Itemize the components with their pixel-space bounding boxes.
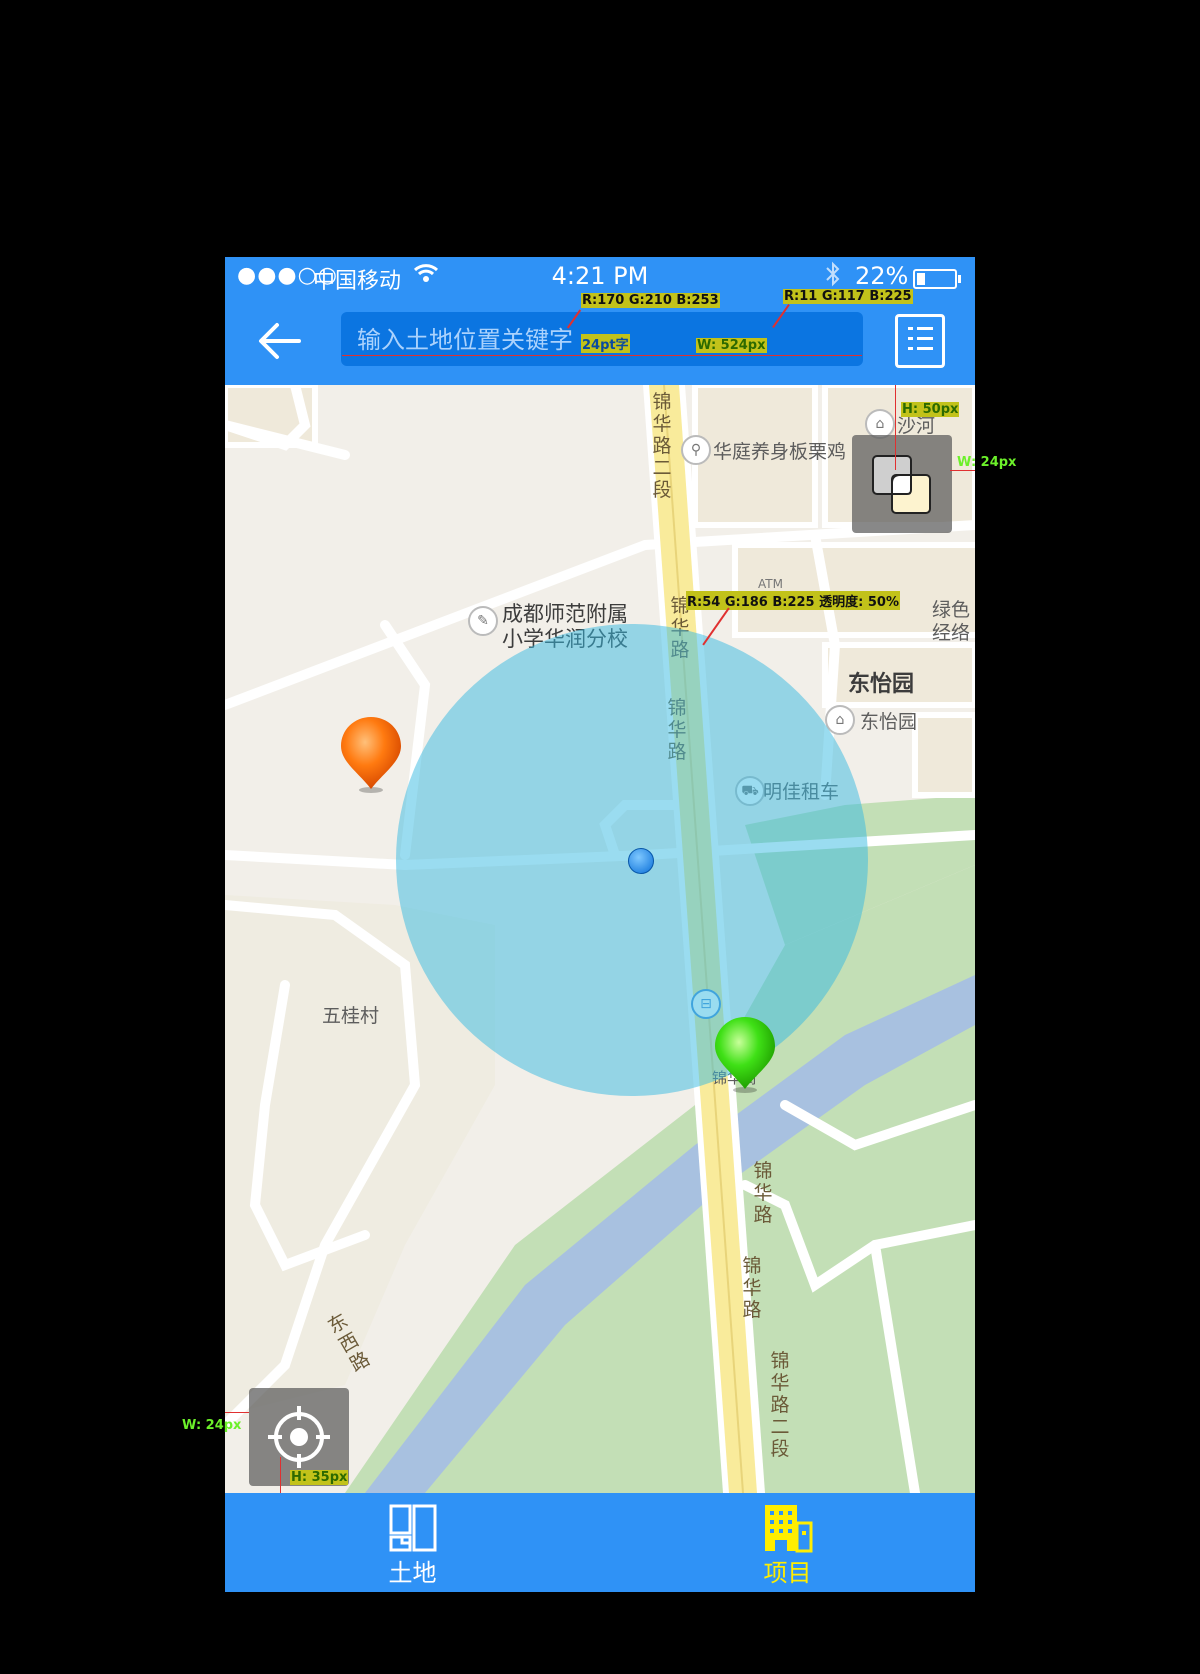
annotation-circle-color: R:54 G:186 B:225 透明度: 50% — [686, 591, 900, 610]
land-plot-icon — [389, 1504, 437, 1552]
road-label: 锦华路 — [742, 1255, 762, 1321]
arrow-left-icon — [259, 323, 301, 359]
annotation-line — [950, 470, 975, 471]
annotation-line — [280, 1457, 281, 1493]
phone-screen: ●●●○○ 中国移动 4:21 PM 22% 输入土地位置关键字 锦华路二段 ⚲… — [225, 257, 975, 1592]
current-location-dot — [628, 848, 654, 874]
land-marker-pin[interactable] — [339, 715, 403, 799]
tab-project-label: 项目 — [763, 1559, 812, 1587]
annotation-locate-height: H: 35px — [290, 1470, 349, 1485]
map-view[interactable]: 锦华路二段 ⚲ 华庭养身板栗鸡 ⌂ 沙河 ✎ 成都师范附属 小学华润分校 ATM… — [225, 385, 975, 1493]
layers-icon — [872, 455, 931, 514]
annotation-search-width: W: 524px — [696, 338, 767, 353]
back-button[interactable] — [255, 315, 307, 367]
poi-label-restaurant: 华庭养身板栗鸡 — [713, 441, 847, 463]
map-pin-orange-icon — [341, 717, 401, 793]
school-icon: ✎ — [468, 606, 498, 636]
annotation-layer-width: W: 24px — [957, 455, 1017, 470]
annotation-search-text-color: R:170 G:210 B:253 — [581, 293, 720, 308]
atm-label: ATM — [758, 577, 783, 591]
battery-percent: 22% — [855, 262, 909, 290]
annotation-locate-width: W: 24px — [182, 1418, 242, 1433]
layer-switch-button[interactable] — [852, 435, 952, 533]
tab-bar: 土地 项目 — [225, 1493, 975, 1592]
annotation-font-size: 24pt字 — [581, 334, 630, 353]
battery-level — [917, 273, 925, 285]
place-label-village: 五桂村 — [322, 1005, 380, 1027]
tab-land-label: 土地 — [388, 1559, 437, 1587]
annotation-layer-height: H: 50px — [901, 402, 960, 417]
annotation-search-bg-color: R:11 G:117 B:225 — [783, 289, 913, 304]
road-label: 锦华路二段 — [770, 1350, 790, 1460]
annotation-line — [895, 385, 896, 470]
road-label: 锦华路 — [753, 1160, 773, 1226]
annotation-line — [225, 1412, 249, 1413]
annotation-line — [342, 355, 862, 356]
tab-land[interactable]: 土地 — [225, 1493, 600, 1592]
building-icon — [765, 1505, 813, 1553]
list-view-button[interactable] — [895, 314, 945, 368]
map-pin-green-icon — [715, 1017, 775, 1093]
tab-project[interactable]: 项目 — [600, 1493, 975, 1592]
area-label-dongyiyuan: 东怡园 — [848, 672, 915, 697]
poi-label-dongyiyuan: 东怡园 — [860, 711, 918, 733]
poi-label-green-2: 经络 — [932, 622, 971, 644]
battery-icon — [913, 269, 961, 289]
road-label: 锦华路二段 — [652, 391, 672, 501]
restaurant-icon: ⚲ — [681, 435, 711, 465]
project-marker-pin[interactable] — [713, 1015, 777, 1099]
